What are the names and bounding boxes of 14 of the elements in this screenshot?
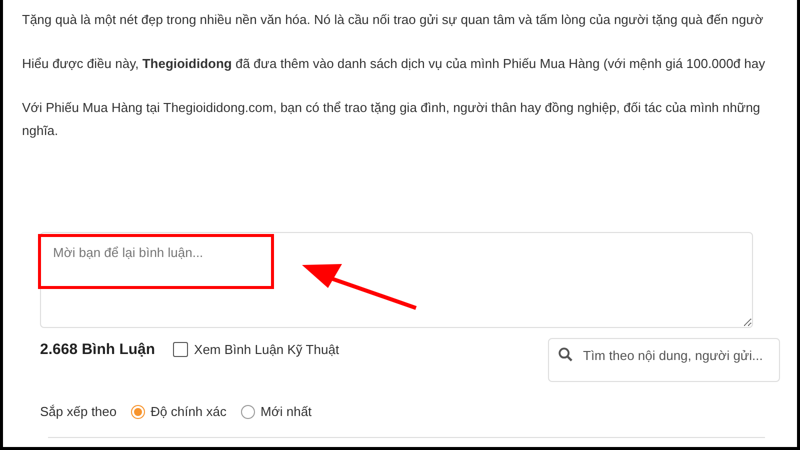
sort-label: Sắp xếp theo <box>40 404 117 419</box>
checkbox[interactable] <box>173 342 188 356</box>
radio-label: Mới nhất <box>260 404 312 419</box>
paragraph-line: nghĩa. <box>22 122 60 140</box>
paragraph-line: Với Phiếu Mua Hàng tại Thegioididong.com, bạn có thể trao tặng gia đình, người thân hay đồng nghiệp, đối tác của mình những <box>22 99 762 117</box>
paragraph-line: Hiểu được điều này, Thegioididong đã đưa thêm vào danh sách dịch vụ của mình Phiếu Mua Hàng (với mệnh giá 100.000đ hay <box>22 55 766 73</box>
paragraph-line: Tặng quà là một nét đẹp trong nhiều nền văn hóa. Nó là cầu nối trao gửi sự quan tâm và tấm lòng của người tặng quà đến ngườ <box>22 11 764 29</box>
radio-label: Độ chính xác <box>150 404 226 419</box>
search-field[interactable]: Tìm theo nội dung, người gửi... <box>548 338 780 382</box>
comment-field[interactable]: Mời bạn để lại bình luận... <box>40 232 753 328</box>
radio-button[interactable] <box>130 404 145 418</box>
checkbox-label: Xem Bình Luận Kỹ Thuật <box>194 342 340 356</box>
radio-button[interactable] <box>240 404 254 418</box>
comment-count: 2.668 Bình Luận <box>40 340 156 358</box>
